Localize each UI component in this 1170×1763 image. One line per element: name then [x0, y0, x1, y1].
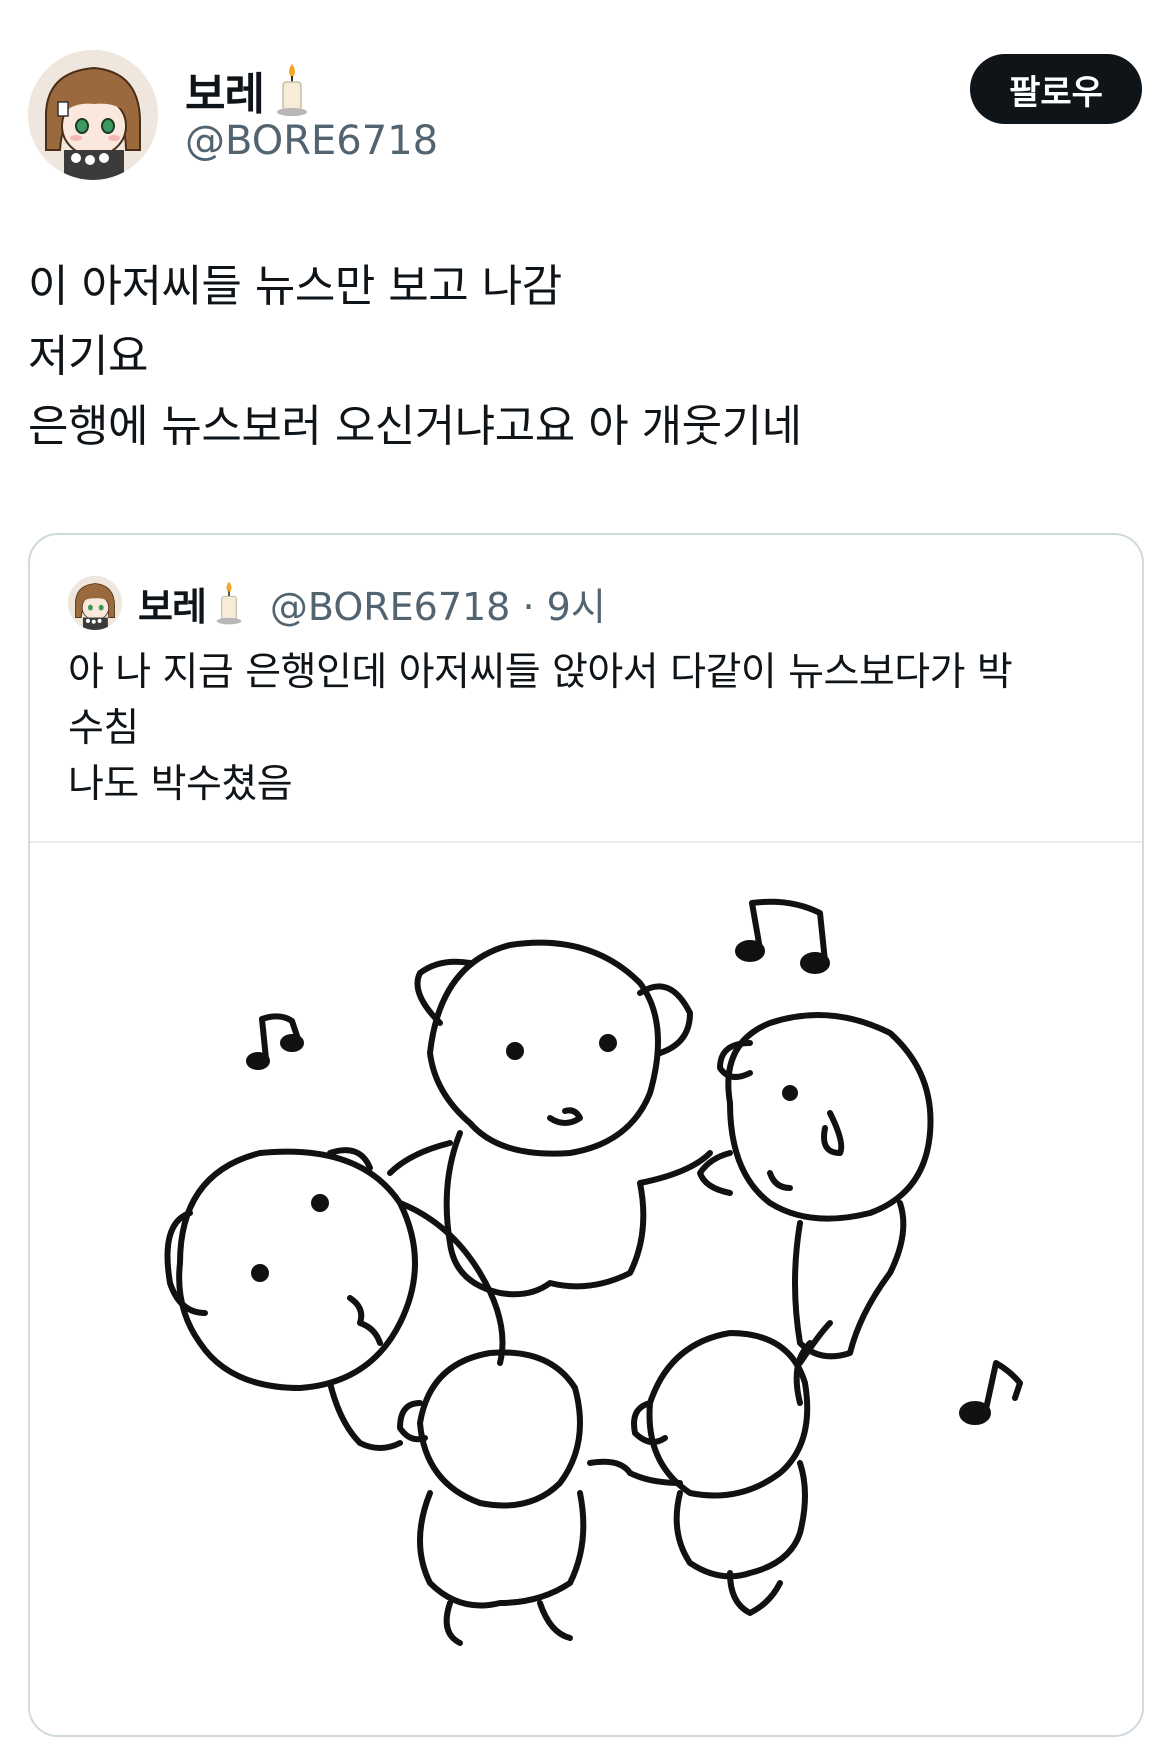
- music-note-icon: [246, 1013, 304, 1070]
- quoted-author-handle: @BORE6718 · 9시: [270, 576, 606, 631]
- candle-icon: [274, 62, 310, 118]
- author-handle[interactable]: @BORE6718: [185, 118, 438, 164]
- author-name-row[interactable]: 보레: [185, 58, 310, 122]
- quoted-handle-text: @BORE6718: [269, 584, 511, 629]
- tweet-text-line: 이 아저씨들 뉴스만 보고 나감: [28, 261, 562, 312]
- dancing-dogs-illustration: [164, 898, 1023, 1646]
- author-avatar[interactable]: [28, 50, 158, 180]
- music-note-icon: [735, 898, 830, 974]
- dog-top: [387, 939, 713, 1298]
- quoted-tweet-text: 아 나 지금 은행인데 아저씨들 앉아서 다같이 뉴스보다가 박 수침 나도 박…: [68, 645, 1108, 813]
- quoted-tweet-header: 보레 @BORE6718 · 9시: [68, 573, 606, 633]
- quoted-time: 9시: [546, 584, 606, 629]
- dog-left: [164, 1147, 506, 1451]
- quoted-author-avatar: [68, 576, 122, 630]
- quoted-tweet-card[interactable]: 보레 @BORE6718 · 9시 아 나 지금 은행인데 아저씨들 앉아서 다…: [28, 533, 1144, 1737]
- author-name[interactable]: 보레: [185, 58, 265, 122]
- tweet-text: 이 아저씨들 뉴스만 보고 나감 저기요 은행에 뉴스보러 오신거냐고요 아 개…: [28, 252, 802, 462]
- dog-bottom-left: [397, 1349, 633, 1646]
- quoted-author-name: 보레: [138, 584, 207, 629]
- follow-button[interactable]: 팔로우: [970, 54, 1142, 124]
- tweet-text-line: 저기요: [28, 331, 148, 382]
- candle-icon: [214, 580, 244, 626]
- quoted-text-line: 수침: [68, 706, 139, 751]
- music-note-icon: [959, 1360, 1023, 1425]
- quoted-tweet-image[interactable]: [30, 843, 1142, 1735]
- tweet-header: 보레 @BORE6718 팔로우: [28, 50, 1142, 180]
- quoted-text-line: 나도 박수쳤음: [68, 762, 293, 807]
- dog-bottom-right: [627, 1320, 833, 1616]
- tweet-text-line: 은행에 뉴스보러 오신거냐고요 아 개웃기네: [28, 401, 802, 452]
- quoted-text-line: 아 나 지금 은행인데 아저씨들 앉아서 다같이 뉴스보다가 박: [68, 650, 1013, 695]
- dot-separator: ·: [522, 584, 535, 629]
